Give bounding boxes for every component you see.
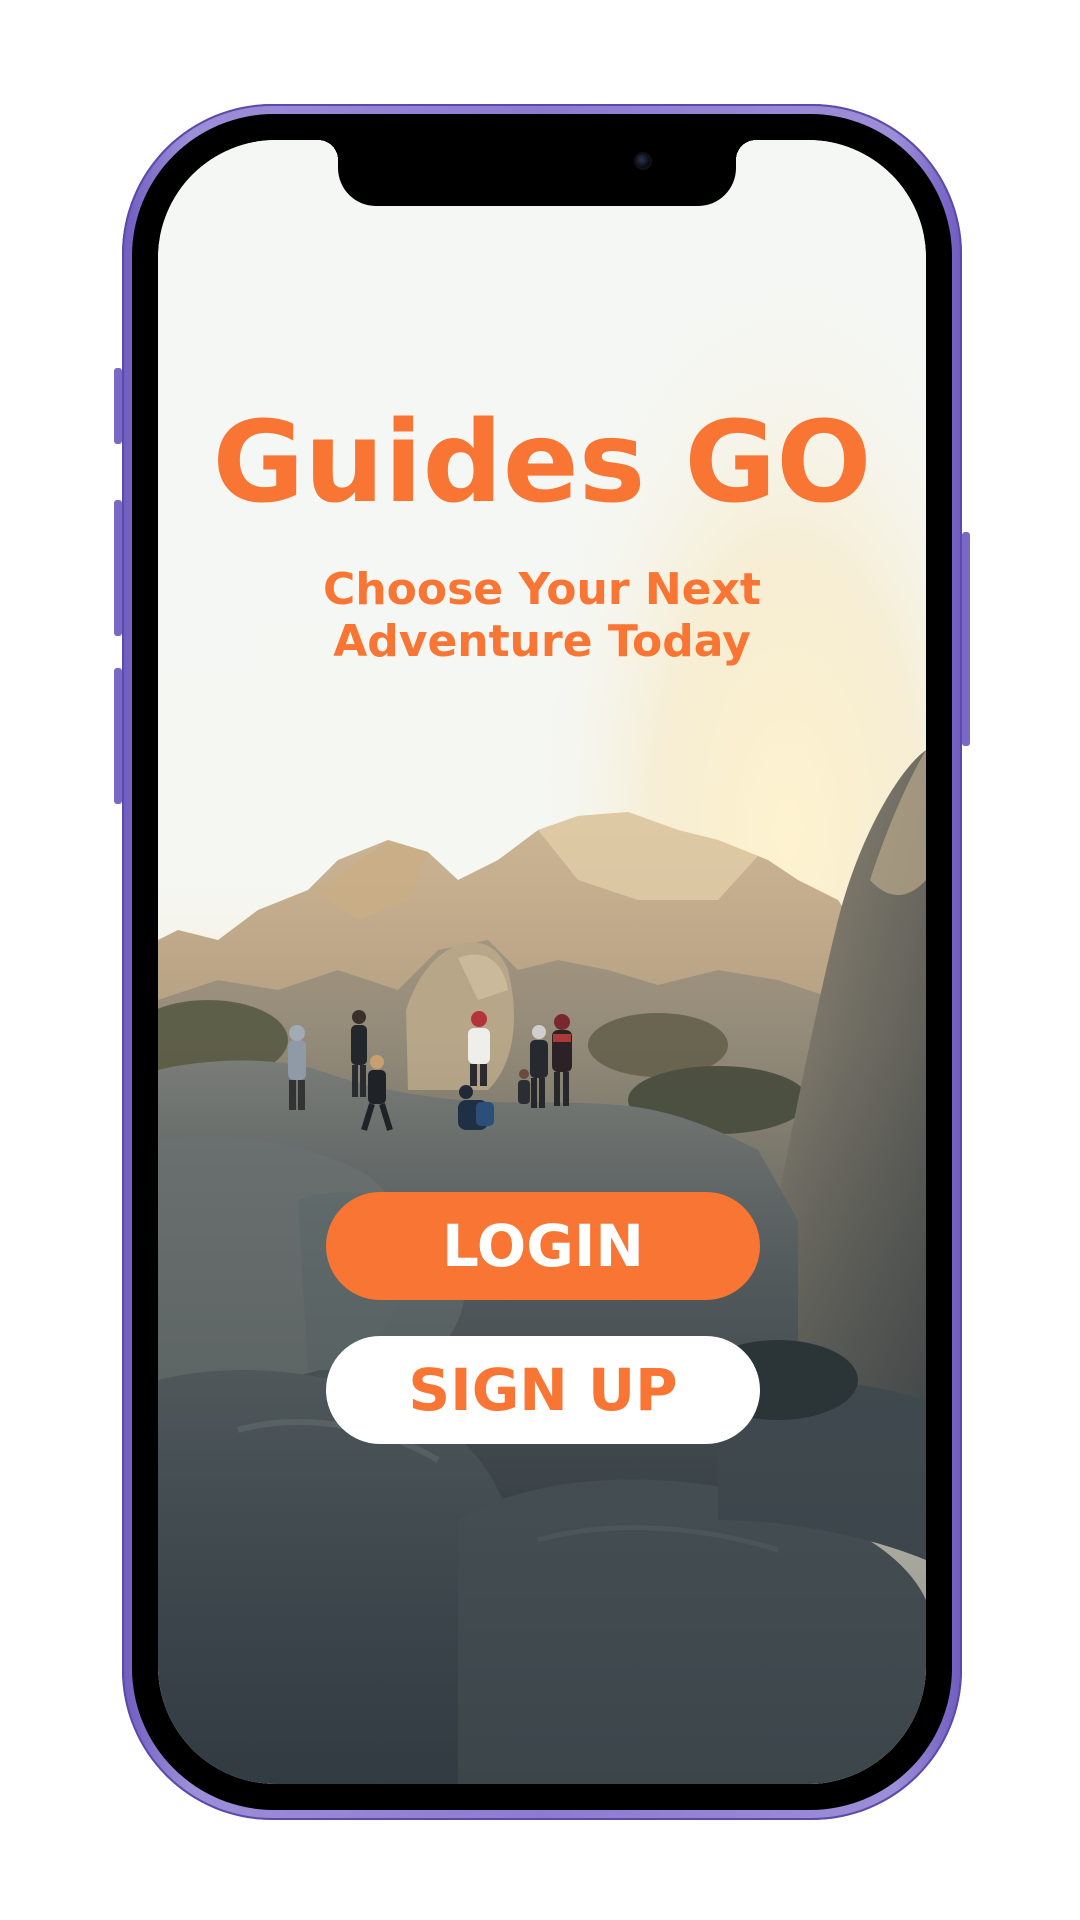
app-title: Guides GO (212, 398, 872, 528)
front-camera-icon (636, 154, 650, 168)
volume-down-button (114, 668, 122, 804)
volume-up-button (114, 500, 122, 636)
tagline-line-2: Adventure Today (333, 616, 751, 667)
tagline: Choose Your Next Adventure Today (158, 564, 926, 668)
background-photo (158, 140, 926, 1784)
tagline-line-1: Choose Your Next (323, 564, 761, 615)
phone-screen: Guides GO Choose Your Next Adventure Tod… (158, 140, 926, 1784)
sign-up-button[interactable]: SIGN UP (326, 1336, 760, 1444)
power-button (962, 532, 970, 746)
page: Guides GO Choose Your Next Adventure Tod… (0, 0, 1080, 1920)
mute-switch (114, 368, 122, 444)
login-button[interactable]: LOGIN (326, 1192, 760, 1300)
phone-notch (318, 140, 756, 206)
